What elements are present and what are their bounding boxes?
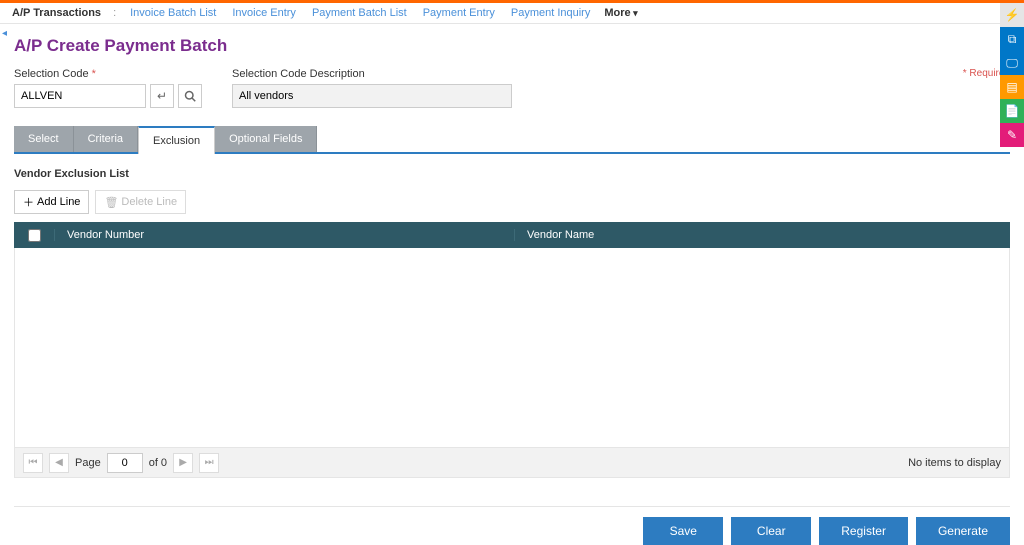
tab-optional-fields[interactable]: Optional Fields — [215, 126, 317, 152]
pager-first-icon[interactable]: ⏮ — [23, 453, 43, 473]
selection-code-group: Selection Code * ↵ — [14, 68, 202, 108]
column-vendor-name[interactable]: Vendor Name — [514, 229, 1010, 241]
selection-form-row: Selection Code * ↵ Selection Code Descri… — [14, 68, 1010, 108]
add-line-button[interactable]: ＋Add Line — [14, 190, 89, 214]
nav-more-dropdown[interactable]: More — [604, 7, 637, 19]
side-window-new-icon[interactable]: ⧉ — [1000, 27, 1024, 51]
grid-check-all[interactable] — [14, 229, 54, 242]
nav-link-payment-entry[interactable]: Payment Entry — [423, 7, 495, 19]
page-title: A/P Create Payment Batch — [14, 36, 1010, 56]
footer-actions: Save Clear Register Generate — [14, 506, 1010, 545]
pager: ⏮ ◀ Page of 0 ▶ ⏭ — [23, 453, 219, 473]
pager-prev-icon[interactable]: ◀ — [49, 453, 69, 473]
main-content: A/P Create Payment Batch Selection Code … — [0, 24, 1024, 545]
register-button[interactable]: Register — [819, 517, 908, 545]
required-star-icon: * — [92, 68, 96, 80]
tab-criteria[interactable]: Criteria — [74, 126, 138, 152]
tabs: Select Criteria Exclusion Optional Field… — [14, 126, 1010, 154]
generate-button[interactable]: Generate — [916, 517, 1010, 545]
pager-page-label: Page — [75, 457, 101, 469]
back-caret-icon[interactable]: ◂ — [0, 26, 9, 41]
nav-link-invoice-entry[interactable]: Invoice Entry — [232, 7, 296, 19]
side-note-icon[interactable]: ▤ — [1000, 75, 1024, 99]
delete-line-button: 🗑Delete Line — [95, 190, 186, 214]
side-windows-icon[interactable]: 🖵 — [1000, 51, 1024, 75]
section-title: Vendor Exclusion List — [14, 168, 1010, 180]
nav-separator: : — [113, 7, 116, 19]
tab-select[interactable]: Select — [14, 126, 74, 152]
clear-button[interactable]: Clear — [731, 517, 811, 545]
column-vendor-number[interactable]: Vendor Number — [54, 229, 514, 241]
side-rail: ⚡ ⧉ 🖵 ▤ 📄 ✎ — [1000, 3, 1024, 147]
search-icon[interactable] — [178, 84, 202, 108]
pager-page-input[interactable] — [107, 453, 143, 473]
grid-header: Vendor Number Vendor Name — [14, 222, 1010, 248]
save-button[interactable]: Save — [643, 517, 723, 545]
nav-link-payment-inquiry[interactable]: Payment Inquiry — [511, 7, 590, 19]
pager-last-icon[interactable]: ⏭ — [199, 453, 219, 473]
breadcrumb-nav: A/P Transactions : Invoice Batch List In… — [0, 3, 1024, 24]
trash-icon: 🗑 — [104, 196, 118, 209]
selection-desc-group: Selection Code Description — [232, 68, 512, 108]
select-all-checkbox[interactable] — [28, 229, 41, 242]
grid-actions: ＋Add Line 🗑Delete Line — [14, 190, 1010, 214]
side-doc-icon[interactable]: 📄 — [1000, 99, 1024, 123]
selection-code-input[interactable] — [14, 84, 146, 108]
side-bolt-icon[interactable]: ⚡ — [1000, 3, 1024, 27]
selection-code-label: Selection Code * — [14, 68, 202, 80]
nav-link-invoice-batch-list[interactable]: Invoice Batch List — [130, 7, 216, 19]
selection-desc-field — [232, 84, 512, 108]
pager-of-label: of 0 — [149, 457, 167, 469]
tab-exclusion[interactable]: Exclusion — [138, 126, 215, 154]
side-edit-icon[interactable]: ✎ — [1000, 123, 1024, 147]
plus-icon: ＋ — [23, 194, 34, 210]
grid-empty-text: No items to display — [908, 457, 1001, 469]
nav-context[interactable]: A/P Transactions — [12, 7, 101, 19]
nav-link-payment-batch-list[interactable]: Payment Batch List — [312, 7, 407, 19]
grid-body — [14, 248, 1010, 448]
grid-footer: ⏮ ◀ Page of 0 ▶ ⏭ No items to display — [14, 448, 1010, 478]
pager-next-icon[interactable]: ▶ — [173, 453, 193, 473]
selection-desc-label: Selection Code Description — [232, 68, 512, 80]
enter-icon[interactable]: ↵ — [150, 84, 174, 108]
